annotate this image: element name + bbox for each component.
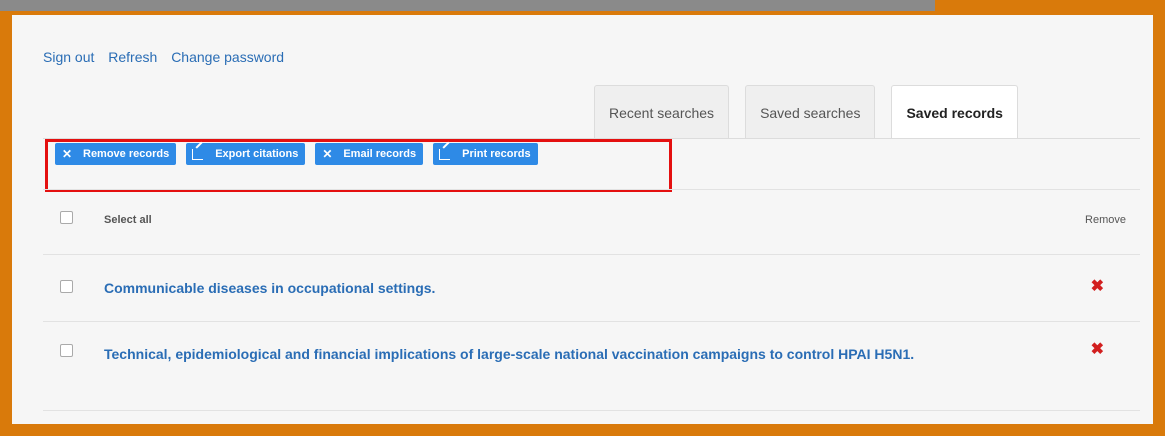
window-frame-left — [0, 11, 12, 436]
record-checkbox[interactable] — [60, 344, 73, 357]
remove-records-label: Remove records — [83, 148, 170, 160]
tab-saved-records[interactable]: Saved records — [891, 85, 1018, 139]
table-row: Technical, epidemiological and financial… — [43, 321, 1140, 411]
select-all-checkbox[interactable] — [60, 211, 73, 224]
close-icon: ✕ — [61, 147, 73, 161]
table-header-row: Select all Remove — [43, 189, 1140, 254]
close-icon: ✕ — [322, 147, 333, 161]
export-citations-button[interactable]: Export citations — [186, 143, 306, 165]
account-links: Sign out Refresh Change password — [43, 49, 294, 65]
print-records-button[interactable]: Print records — [433, 143, 538, 165]
select-all-label: Select all — [104, 214, 152, 226]
window-frame-bottom — [0, 424, 1165, 436]
remove-column-header: Remove — [1085, 214, 1126, 226]
print-records-label: Print records — [462, 148, 531, 160]
record-checkbox[interactable] — [60, 280, 73, 293]
window-frame-right — [1153, 11, 1165, 436]
change-password-link[interactable]: Change password — [171, 49, 284, 65]
email-records-button[interactable]: ✕ Email records — [315, 143, 424, 165]
export-citations-label: Export citations — [215, 148, 299, 160]
tab-recent-searches[interactable]: Recent searches — [594, 85, 730, 139]
table-row: Communicable diseases in occupational se… — [43, 254, 1140, 321]
record-title-link[interactable]: Technical, epidemiological and financial… — [104, 343, 984, 365]
refresh-link[interactable]: Refresh — [108, 49, 157, 65]
remove-records-button[interactable]: ✕ Remove records — [55, 143, 177, 165]
external-link-icon — [439, 148, 451, 160]
remove-record-icon[interactable]: ✖ — [1091, 339, 1104, 359]
record-title-link[interactable]: Communicable diseases in occupational se… — [104, 277, 984, 299]
saved-records-panel: Sign out Refresh Change password Recent … — [12, 15, 1153, 424]
record-actions-toolbar: ✕ Remove records Export citations ✕ Emai… — [55, 143, 538, 165]
tab-bar: Recent searches Saved searches Saved rec… — [594, 85, 1018, 139]
sign-out-link[interactable]: Sign out — [43, 49, 94, 65]
tab-saved-searches[interactable]: Saved searches — [745, 85, 876, 139]
saved-records-table: Select all Remove Communicable diseases … — [43, 189, 1140, 411]
email-records-label: Email records — [343, 148, 417, 160]
remove-record-icon[interactable]: ✖ — [1091, 276, 1104, 296]
external-link-icon — [192, 148, 204, 160]
